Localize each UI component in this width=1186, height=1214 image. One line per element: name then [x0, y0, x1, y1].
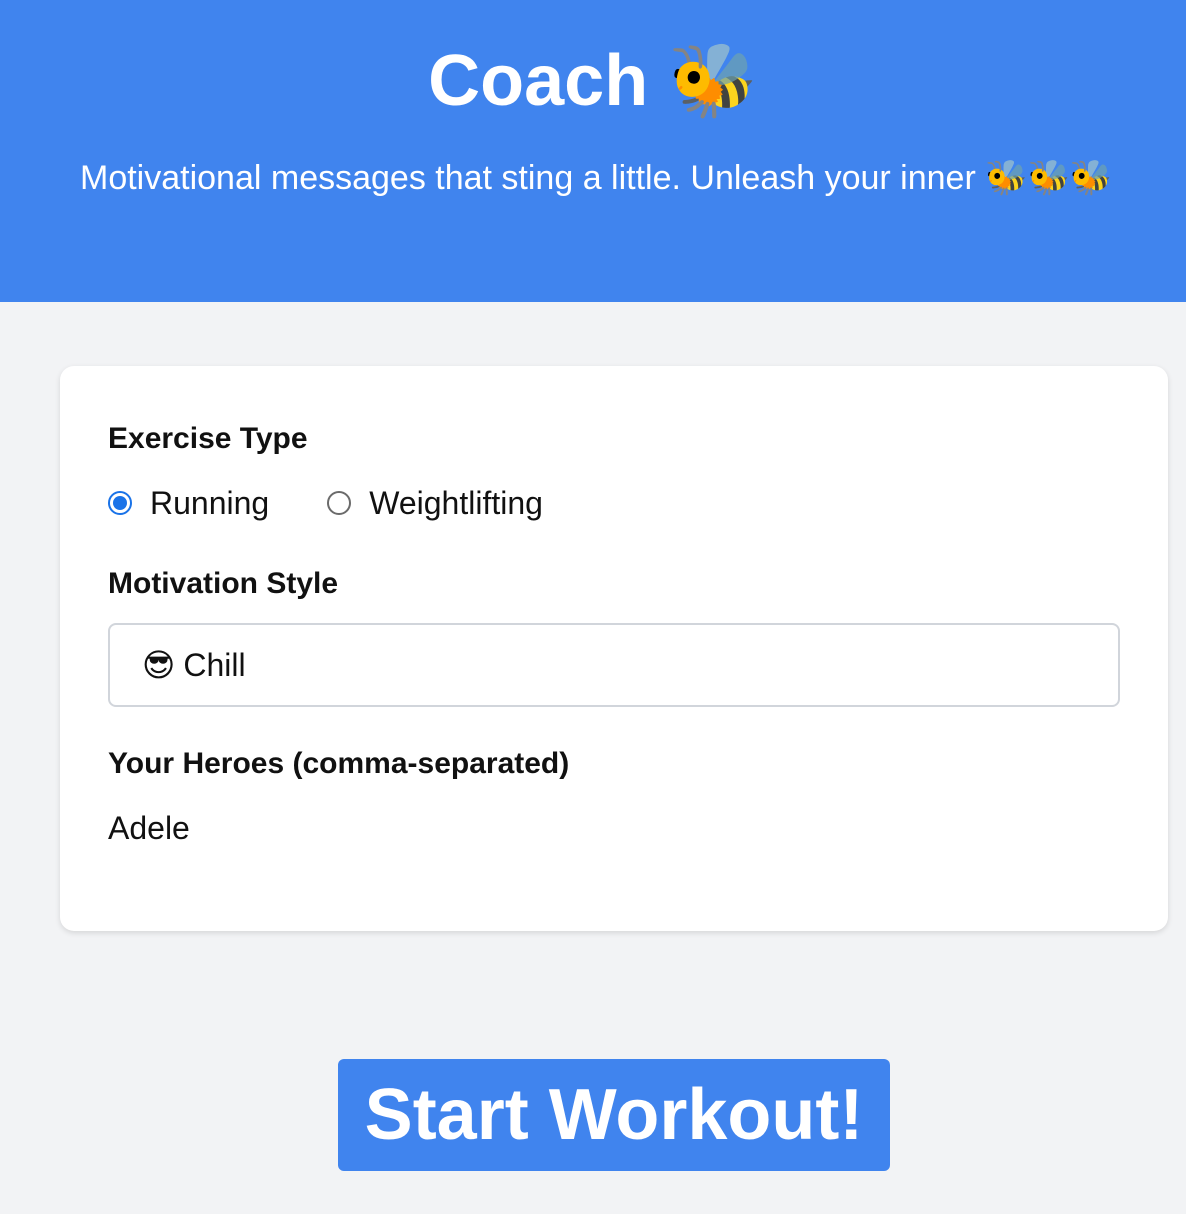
bee-icons: 🐝🐝🐝	[985, 158, 1113, 198]
radio-label-weightlifting: Weightlifting	[369, 485, 543, 521]
bee-icon: 🐝	[668, 38, 758, 122]
motivation-style-label: Motivation Style	[108, 567, 339, 600]
app-tagline: Motivational messages that sting a littl…	[80, 156, 1112, 200]
exercise-type-label: Exercise Type	[108, 422, 308, 455]
radio-option-weightlifting[interactable]: Weightlifting	[327, 483, 543, 523]
motivation-style-value: Chill	[183, 646, 246, 683]
app-title-text: Coach	[428, 41, 649, 121]
heroes-label: Your Heroes (comma-separated)	[108, 747, 570, 780]
radio-running[interactable]	[108, 491, 132, 515]
heroes-input[interactable]: Adele	[108, 808, 190, 848]
radio-label-running: Running	[150, 485, 270, 521]
tagline-text: Motivational messages that sting a littl…	[80, 159, 976, 197]
sunglasses-face-icon: 😎	[142, 646, 176, 684]
exercise-type-radio-group: Running Weightlifting	[108, 483, 601, 523]
radio-weightlifting[interactable]	[327, 491, 352, 515]
app-title: Coach 🐝	[0, 36, 1186, 125]
start-workout-button[interactable]: Start Workout!	[338, 1059, 890, 1171]
motivation-style-select[interactable]: 😎 Chill	[108, 623, 1120, 707]
radio-option-running[interactable]: Running	[108, 483, 269, 523]
app-header: Coach 🐝 Motivational messages that sting…	[0, 0, 1186, 302]
settings-card: Exercise Type Running Weightlifting Moti…	[60, 366, 1168, 931]
